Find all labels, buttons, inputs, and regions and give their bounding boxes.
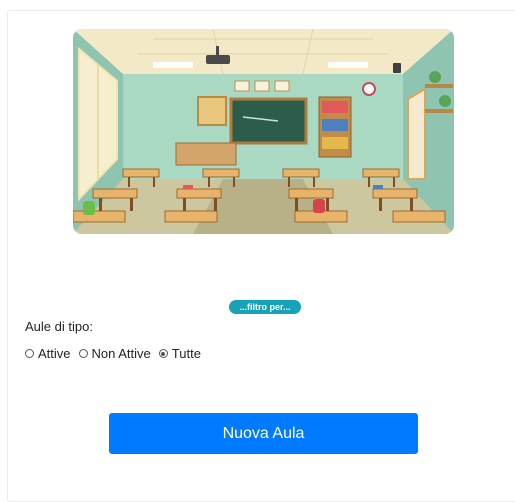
radio-all[interactable]: Tutte <box>158 346 201 361</box>
radio-active-label: Attive <box>38 346 71 361</box>
radio-all-label: Tutte <box>171 346 201 361</box>
classroom-illustration <box>73 29 454 234</box>
filter-radio-group: Attive Non Attive Tutte <box>25 346 209 361</box>
radio-active[interactable]: Attive <box>25 346 71 361</box>
radio-inactive[interactable]: Non Attive <box>78 346 151 361</box>
radio-inactive-circle[interactable] <box>78 349 88 358</box>
radio-inactive-label: Non Attive <box>91 346 151 361</box>
filter-badge[interactable]: ...filtro per... <box>229 300 301 314</box>
radio-active-circle[interactable] <box>25 349 34 358</box>
radio-all-circle[interactable] <box>158 349 168 358</box>
filter-title: Aule di tipo: <box>25 319 93 334</box>
new-classroom-button[interactable]: Nuova Aula <box>109 413 418 454</box>
